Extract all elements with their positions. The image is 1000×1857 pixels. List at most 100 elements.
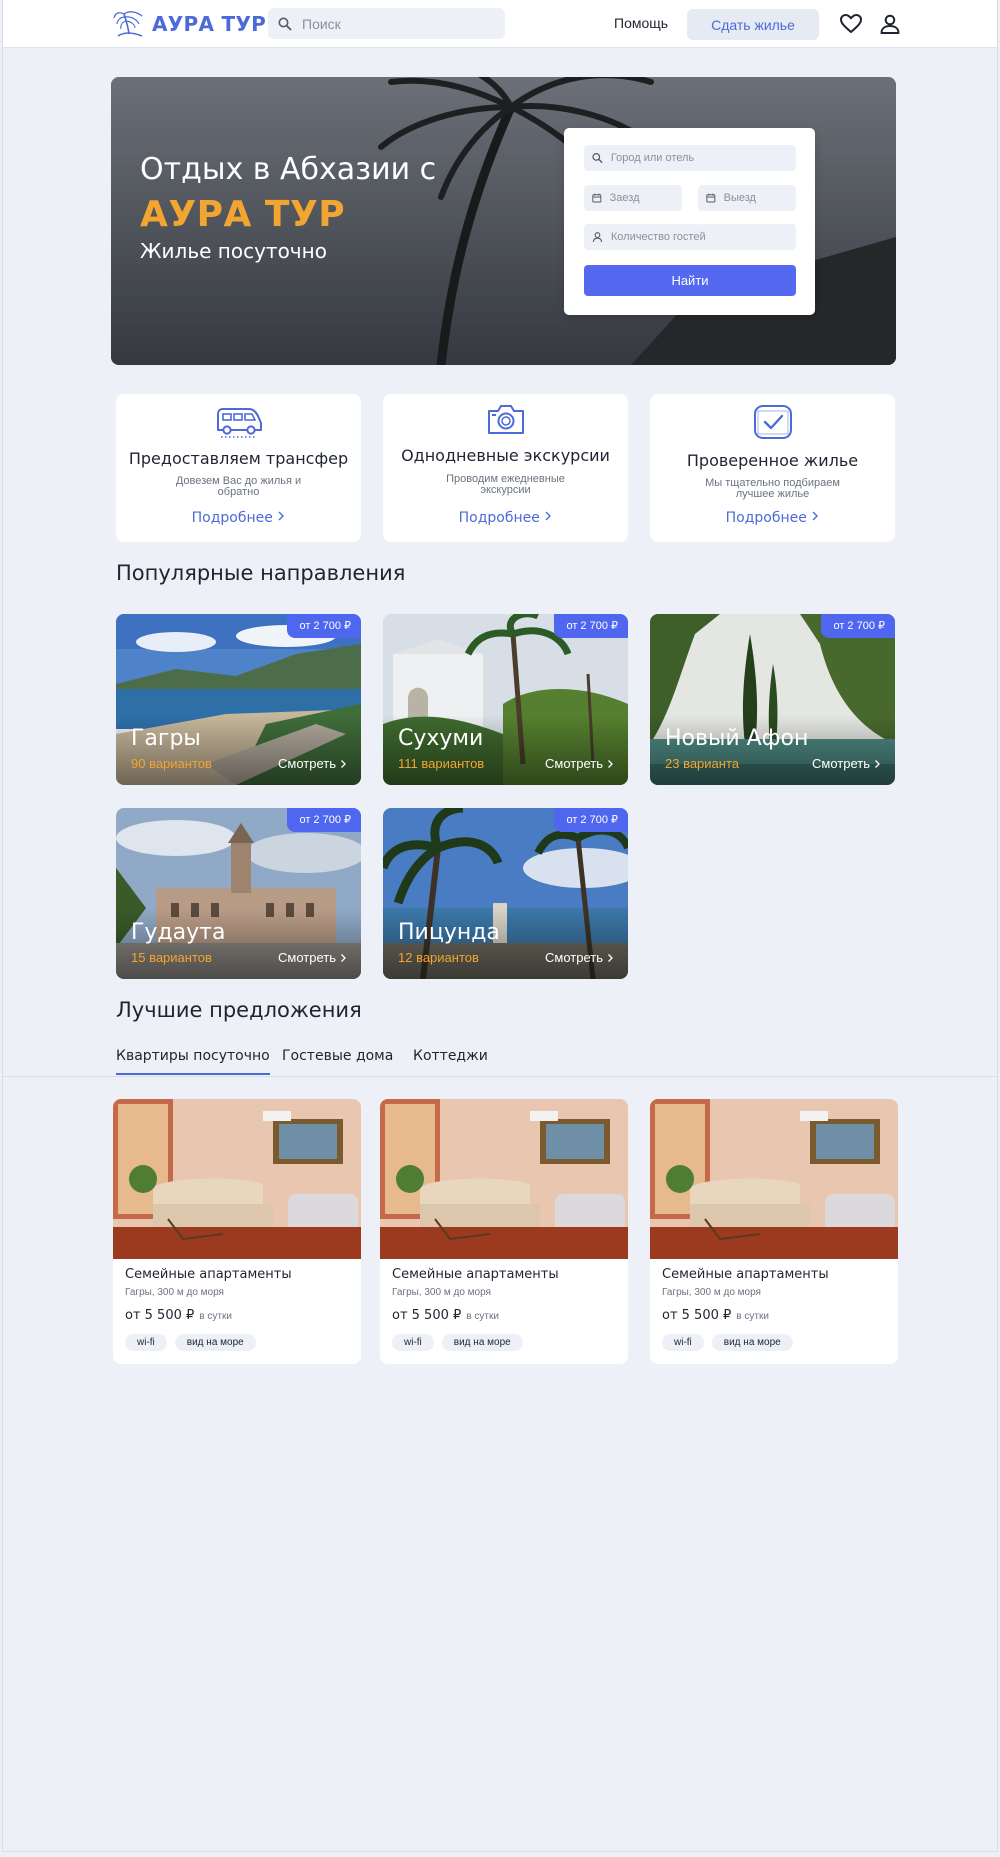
tab-apartments[interactable]: Квартиры посуточно xyxy=(116,1048,270,1075)
logo-tree-icon xyxy=(113,11,143,37)
feature-description: Проводим ежедневные экскурсии xyxy=(446,473,565,496)
feature-more-link[interactable]: Подробнее xyxy=(650,510,895,526)
offers-tabs: Квартиры посуточно Гостевые дома Коттедж… xyxy=(3,1040,997,1077)
checkin-field[interactable] xyxy=(584,185,682,211)
offers-section-title: Лучшие предложения xyxy=(116,998,362,1022)
apartment-photo xyxy=(380,1099,628,1259)
tag-sea-view: вид на море xyxy=(174,1334,256,1351)
price-unit: в сутки xyxy=(736,1311,769,1322)
more-link-label: Подробнее xyxy=(725,510,807,526)
offer-title: Семейные апартаменты xyxy=(125,1267,292,1282)
destination-count: 90 вариантов xyxy=(131,756,212,771)
calendar-icon xyxy=(592,193,602,203)
feature-more-link[interactable]: Подробнее xyxy=(383,510,628,526)
apartment-photo xyxy=(650,1099,898,1259)
price-value: от 5 500 ₽ xyxy=(662,1308,732,1323)
destination-name: Сухуми xyxy=(398,726,484,751)
price-badge: от 2 700 ₽ xyxy=(287,808,361,832)
chevron-right-icon xyxy=(278,511,285,521)
chevron-right-icon xyxy=(341,759,346,768)
offer-card[interactable]: Семейные апартаменты Гагры, 300 м до мор… xyxy=(650,1099,898,1364)
hero-banner: Отдых в Абхазии с АУРА ТУР Жилье посуточ… xyxy=(111,77,896,365)
view-link[interactable]: Смотреть xyxy=(278,756,347,771)
checkout-input[interactable] xyxy=(723,192,796,204)
checkout-field[interactable] xyxy=(698,185,796,211)
offer-title: Семейные апартаменты xyxy=(392,1267,559,1282)
offer-price: от 5 500 ₽ в сутки xyxy=(392,1308,499,1323)
feature-more-link[interactable]: Подробнее xyxy=(116,510,361,526)
destination-count: 12 вариантов xyxy=(398,950,479,965)
price-value: от 5 500 ₽ xyxy=(392,1308,462,1323)
view-link[interactable]: Смотреть xyxy=(545,950,614,965)
destination-card-sukhumi[interactable]: от 2 700 ₽ Сухуми 111 вариантов Смотреть xyxy=(383,614,628,785)
view-label: Смотреть xyxy=(278,756,336,771)
destination-card-new-athos[interactable]: от 2 700 ₽ Новый Афон 23 варианта Смотре… xyxy=(650,614,895,785)
destination-name: Пицунда xyxy=(398,920,500,945)
view-link[interactable]: Смотреть xyxy=(545,756,614,771)
price-badge: от 2 700 ₽ xyxy=(821,614,895,638)
logo[interactable]: АУРА ТУР xyxy=(112,8,266,40)
chevron-right-icon xyxy=(545,511,552,521)
destination-card-gagra[interactable]: от 2 700 ₽ Гагры 90 вариантов Смотреть xyxy=(116,614,361,785)
feature-card-transfer: Предоставляем трансфер Довезем Вас до жи… xyxy=(116,394,361,542)
guests-input[interactable] xyxy=(610,231,796,243)
price-unit: в сутки xyxy=(466,1311,499,1322)
feature-description: Мы тщательно подбираем лучшее жилье xyxy=(705,477,840,500)
view-link[interactable]: Смотреть xyxy=(812,756,881,771)
calendar-icon xyxy=(706,193,716,203)
header-search[interactable] xyxy=(268,8,505,39)
offer-location: Гагры, 300 м до моря xyxy=(392,1287,491,1298)
view-label: Смотреть xyxy=(278,950,336,965)
chevron-right-icon xyxy=(341,953,346,962)
feature-title: Однодневные экскурсии xyxy=(401,446,610,465)
city-field[interactable] xyxy=(584,145,796,171)
hero-subtitle: Жилье посуточно xyxy=(140,239,327,263)
tab-guest-houses[interactable]: Гостевые дома xyxy=(282,1048,393,1064)
hero-brand-title: АУРА ТУР xyxy=(140,194,346,235)
offer-price: от 5 500 ₽ в сутки xyxy=(125,1308,232,1323)
destination-card-pitsunda[interactable]: от 2 700 ₽ Пицунда 12 вариантов Смотреть xyxy=(383,808,628,979)
chevron-right-icon xyxy=(608,953,613,962)
tag-wifi: wi-fi xyxy=(662,1334,704,1351)
destination-card-gudauta[interactable]: от 2 700 ₽ Гудаута 15 вариантов Смотреть xyxy=(116,808,361,979)
checkin-input[interactable] xyxy=(609,192,682,204)
chevron-right-icon xyxy=(875,759,880,768)
view-link[interactable]: Смотреть xyxy=(278,950,347,965)
destination-name: Новый Афон xyxy=(665,726,809,751)
chevron-right-icon xyxy=(812,511,819,521)
offer-price: от 5 500 ₽ в сутки xyxy=(662,1308,769,1323)
search-icon xyxy=(278,17,292,31)
price-badge: от 2 700 ₽ xyxy=(554,808,628,832)
guests-field[interactable] xyxy=(584,224,796,250)
feature-title: Предоставляем трансфер xyxy=(128,449,349,468)
top-header: АУРА ТУР Помощь Сдать жилье xyxy=(3,0,997,48)
offer-location: Гагры, 300 м до моря xyxy=(125,1287,224,1298)
price-value: от 5 500 ₽ xyxy=(125,1308,195,1323)
chevron-right-icon xyxy=(608,759,613,768)
price-badge: от 2 700 ₽ xyxy=(287,614,361,638)
offer-card[interactable]: Семейные апартаменты Гагры, 300 м до мор… xyxy=(380,1099,628,1364)
tag-wifi: wi-fi xyxy=(125,1334,167,1351)
more-link-label: Подробнее xyxy=(458,510,540,526)
offer-tags: wi-fi вид на море xyxy=(392,1334,523,1351)
favorites-heart-icon[interactable] xyxy=(839,12,863,36)
tag-sea-view: вид на море xyxy=(441,1334,523,1351)
city-input[interactable] xyxy=(610,152,796,164)
destination-name: Гудаута xyxy=(131,920,226,945)
offer-location: Гагры, 300 м до моря xyxy=(662,1287,761,1298)
user-profile-icon[interactable] xyxy=(878,12,902,36)
tab-cottages[interactable]: Коттеджи xyxy=(413,1048,488,1064)
popular-section-title: Популярные направления xyxy=(116,561,406,585)
person-icon xyxy=(592,232,603,243)
hero-title: Отдых в Абхазии с xyxy=(140,152,437,187)
destination-count: 23 варианта xyxy=(665,756,740,771)
feature-card-verified: Проверенное жилье Мы тщательно подбираем… xyxy=(650,394,895,542)
rent-out-button[interactable]: Сдать жилье xyxy=(687,9,819,40)
search-input[interactable] xyxy=(302,15,482,32)
find-button[interactable]: Найти xyxy=(584,265,796,296)
price-badge: от 2 700 ₽ xyxy=(554,614,628,638)
feature-card-excursions: Однодневные экскурсии Проводим ежедневны… xyxy=(383,394,628,542)
price-unit: в сутки xyxy=(199,1311,232,1322)
help-link[interactable]: Помощь xyxy=(614,15,668,31)
offer-card[interactable]: Семейные апартаменты Гагры, 300 м до мор… xyxy=(113,1099,361,1364)
